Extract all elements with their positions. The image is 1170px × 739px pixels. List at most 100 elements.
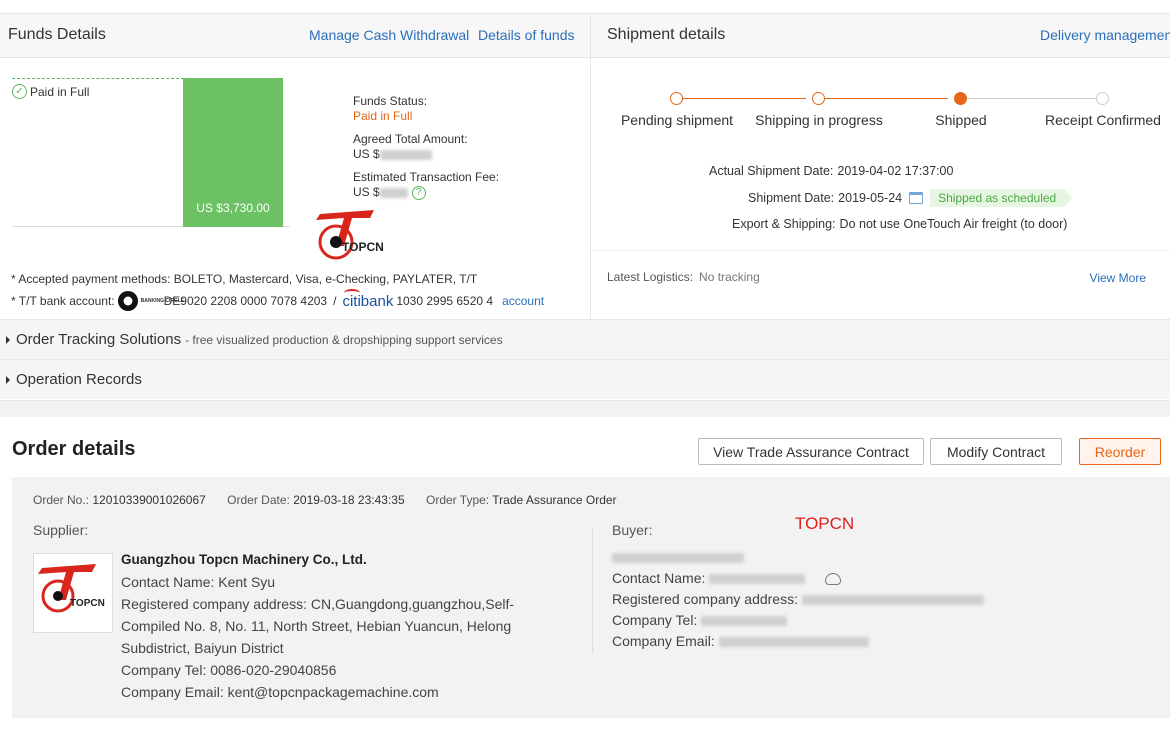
shipment-date-value: 2019-05-24	[838, 191, 903, 205]
blurred-fee	[379, 187, 408, 198]
supplier-email: Company Email: kent@topcnpackagemachine.…	[121, 681, 571, 703]
topcn-logo-overlay: TOPCN	[314, 206, 394, 270]
section-gap	[0, 400, 1170, 417]
column-divider	[592, 527, 593, 653]
chart-dashed-line	[12, 78, 184, 79]
supplier-logo[interactable]: TOPCN	[33, 553, 113, 633]
supplier-label: Supplier:	[33, 522, 89, 538]
order-no-label: Order No.:	[33, 493, 90, 507]
calendar-icon	[909, 192, 924, 204]
export-shipping-row: Export & Shipping: Do not use OneTouch A…	[732, 217, 1067, 231]
citi-arc-icon	[344, 288, 361, 297]
supplier-tel-value: 0086-020-29040856	[210, 662, 337, 678]
funds-status-value: Paid in Full	[353, 109, 413, 123]
logistics-label: Latest Logistics:	[607, 270, 694, 284]
shipment-date-row: Shipment Date: 2019-05-24 Shipped as sch…	[748, 189, 1073, 207]
step-line-1	[683, 98, 806, 99]
order-details-title: Order details	[12, 438, 136, 460]
buyer-address: Registered company address:	[612, 589, 984, 610]
blurred-amount	[379, 149, 432, 160]
order-tracking-toggle[interactable]: Order Tracking Solutions - free visualiz…	[0, 319, 1170, 359]
order-type-value: Trade Assurance Order	[492, 493, 617, 507]
buyer-label: Buyer:	[612, 522, 653, 538]
buyer-tel-label: Company Tel:	[612, 612, 698, 628]
supplier-name[interactable]: Guangzhou Topcn Machinery Co., Ltd.	[121, 549, 571, 571]
supplier-address-label: Registered company address:	[121, 596, 307, 612]
buyer-contact: Contact Name:	[612, 568, 984, 589]
step-dot-shipped	[954, 92, 967, 105]
paid-badge: ✓ Paid in Full	[12, 84, 89, 99]
step-label-shipped: Shipped	[935, 112, 987, 128]
records-title: Operation Records	[16, 371, 142, 388]
actual-shipment-row: Actual Shipment Date: 2019-04-02 17:37:0…	[709, 164, 953, 178]
fee-label: Estimated Transaction Fee:	[353, 170, 500, 184]
bar-label: US $3,730.00	[196, 201, 270, 215]
check-circle-icon: ✓	[12, 84, 27, 99]
iban-number: DE9020 2208 0000 7078 4203	[163, 294, 328, 308]
operation-records-toggle[interactable]: Operation Records	[0, 359, 1170, 399]
supplier-logo-icon	[38, 564, 96, 613]
view-more-link[interactable]: View More	[1090, 271, 1146, 285]
actual-shipment-value: 2019-04-02 17:37:00	[837, 164, 954, 178]
blurred-buyer-name	[612, 553, 744, 564]
bank-label: * T/T bank account:	[11, 294, 115, 308]
citi-account-number: 1030 2995 6520 4	[396, 294, 494, 308]
order-details-box: Order No.: 12010339001026067 Order Date:…	[12, 477, 1170, 718]
buyer-email: Company Email:	[612, 631, 984, 652]
order-no-value: 12010339001026067	[92, 493, 206, 507]
funds-header: Funds Details Manage Cash Withdrawal Det…	[0, 14, 590, 58]
bank-separator: /	[333, 294, 337, 308]
view-contract-button[interactable]: View Trade Assurance Contract	[698, 438, 924, 465]
reorder-button[interactable]: Reorder	[1079, 438, 1161, 465]
step-label-confirmed: Receipt Confirmed	[1045, 112, 1161, 128]
step-dot-pending	[670, 92, 683, 105]
manage-withdrawal-link[interactable]: Manage Cash Withdrawal	[309, 27, 469, 43]
funds-title: Funds Details	[8, 26, 106, 43]
supplier-email-value: kent@topcnpackagemachine.com	[227, 684, 439, 700]
chat-icon[interactable]	[825, 573, 842, 586]
funds-details-link[interactable]: Details of funds	[478, 27, 575, 43]
supplier-tel: Company Tel: 0086-020-29040856	[121, 659, 571, 681]
buyer-tel: Company Tel:	[612, 610, 984, 631]
paid-amount-bar: US $3,730.00	[183, 78, 283, 227]
citibank-logo: citibank	[342, 288, 393, 310]
funds-info: Funds Status: Paid in Full Agreed Total …	[353, 94, 499, 208]
step-dot-confirmed	[1096, 92, 1109, 105]
tracking-subtitle: - free visualized production & dropshipp…	[185, 332, 503, 347]
buyer-topcn-mark: TOPCN	[795, 514, 855, 533]
paid-badge-label: Paid in Full	[30, 84, 90, 99]
agreed-amount-label: Agreed Total Amount:	[353, 132, 468, 146]
shipment-progress: Pending shipment Shipping in progress Sh…	[591, 92, 1170, 132]
blurred-buyer-tel	[701, 616, 788, 627]
funds-status-label: Funds Status:	[353, 94, 428, 108]
supplier-contact-value: Kent Syu	[218, 574, 276, 590]
fee-prefix: US $	[353, 185, 380, 199]
buyer-name	[612, 547, 984, 568]
step-line-2	[825, 98, 948, 99]
help-icon[interactable]: ?	[411, 185, 426, 200]
shipment-panel: Shipment details Delivery management Pen…	[591, 14, 1170, 319]
logo-text: TOPCN	[342, 240, 384, 254]
caret-right-icon	[6, 335, 10, 344]
shipment-date-label: Shipment Date:	[748, 191, 835, 205]
funds-chart: ✓ Paid in Full US $3,730.00	[12, 78, 290, 227]
order-meta: Order No.: 12010339001026067 Order Date:…	[33, 493, 617, 507]
shipment-title: Shipment details	[607, 26, 726, 43]
step-label-pending: Pending shipment	[620, 112, 734, 128]
account-link[interactable]: account	[502, 294, 544, 308]
delivery-management-link[interactable]: Delivery management	[1040, 27, 1170, 43]
funds-panel: Funds Details Manage Cash Withdrawal Det…	[0, 14, 591, 319]
buyer-info: Contact Name: Registered company address…	[612, 547, 984, 652]
modify-contract-button[interactable]: Modify Contract	[930, 438, 1062, 465]
shipment-divider	[591, 250, 1170, 251]
step-line-3	[967, 98, 1096, 99]
order-date-label: Order Date:	[227, 493, 290, 507]
topcn-logo-icon	[316, 210, 374, 260]
scheduled-badge: Shipped as scheduled	[930, 189, 1073, 207]
supplier-email-label: Company Email:	[121, 684, 224, 700]
payment-methods: * Accepted payment methods: BOLETO, Mast…	[11, 272, 478, 286]
buyer-contact-label: Contact Name:	[612, 570, 706, 586]
supplier-tel-label: Company Tel:	[121, 662, 207, 678]
banking-circle-text: BANKING CIRCLE	[140, 297, 184, 304]
export-shipping-label: Export & Shipping:	[732, 217, 836, 231]
